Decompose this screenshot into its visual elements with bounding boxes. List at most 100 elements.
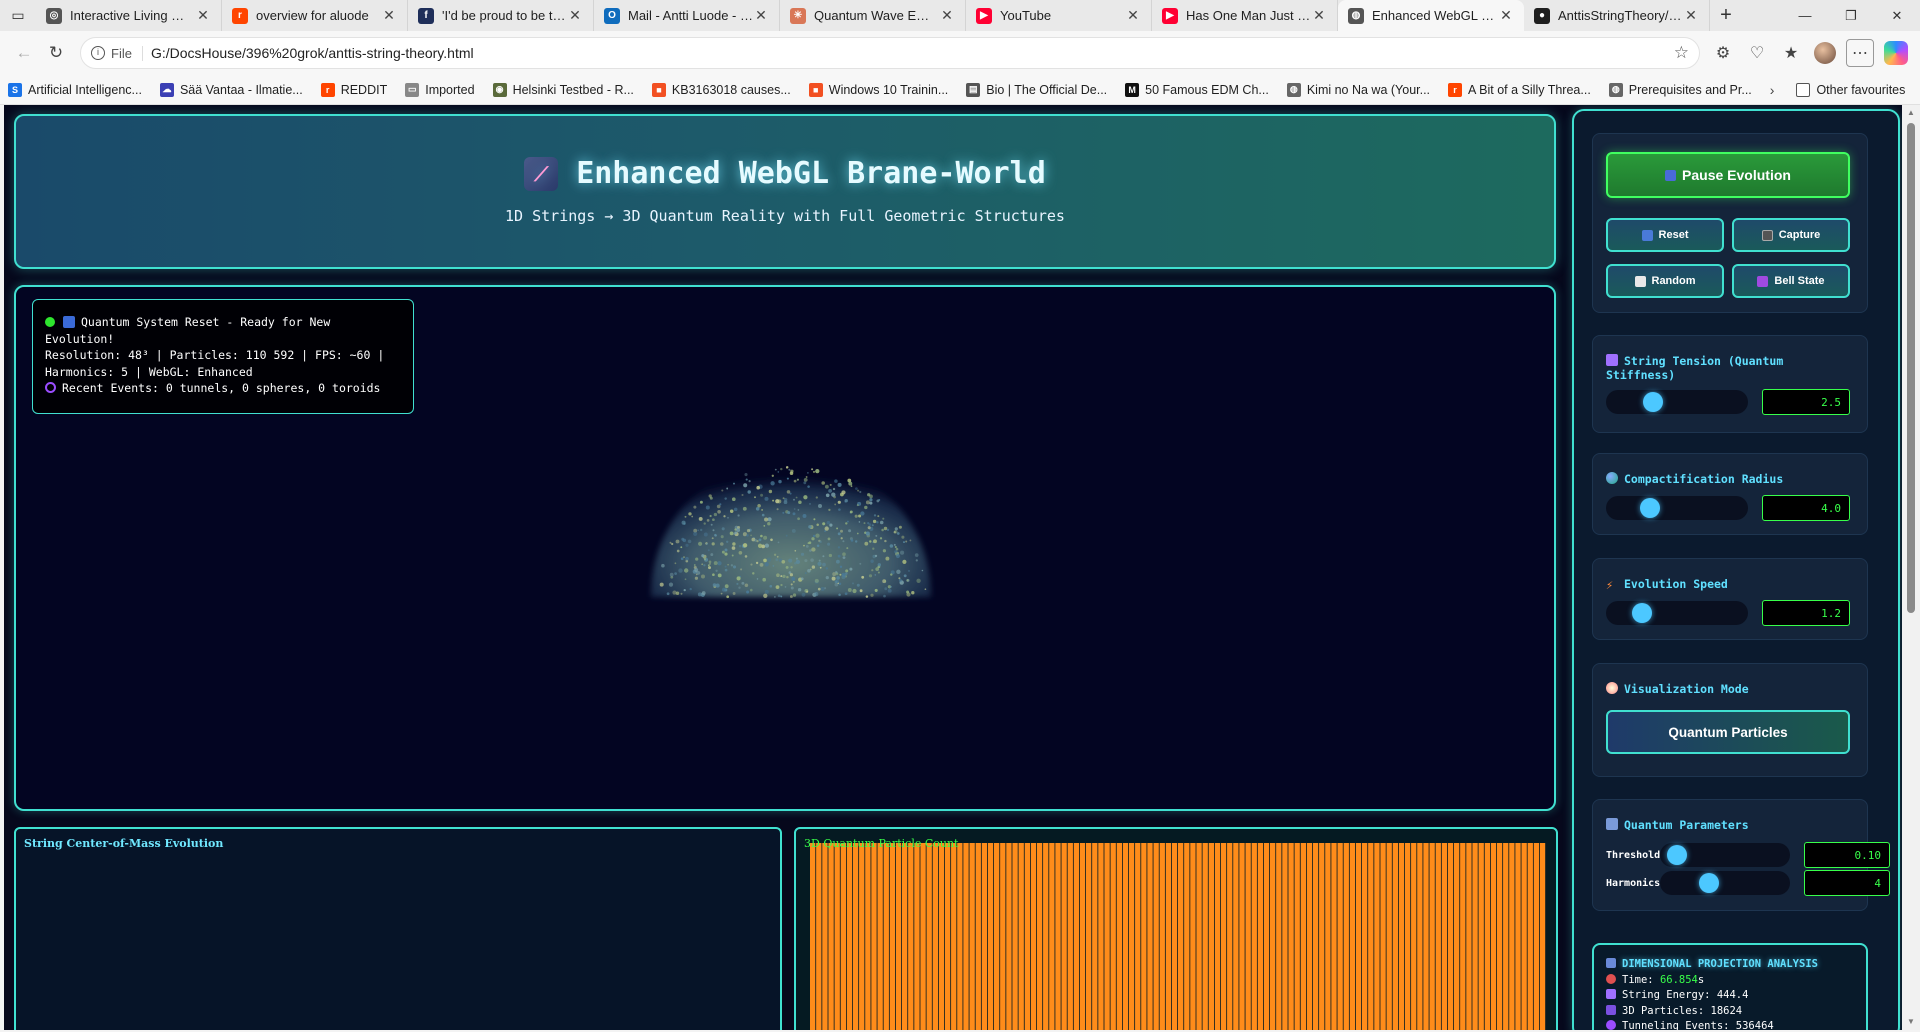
- bookmark-favicon-icon: ▭: [405, 82, 420, 97]
- compactification-radius-value[interactable]: 4.0: [1762, 495, 1850, 521]
- particle-count-bar: [1092, 843, 1098, 1030]
- tab-close-icon[interactable]: ✕: [939, 7, 955, 24]
- page-header: ⟋ Enhanced WebGL Brane-World 1D Strings …: [14, 114, 1556, 269]
- tab-close-icon[interactable]: ✕: [381, 7, 397, 24]
- webgl-viewport[interactable]: Quantum System Reset - Ready for New Evo…: [14, 285, 1556, 811]
- favorite-star-icon[interactable]: ☆: [1674, 43, 1689, 63]
- bookmark-item[interactable]: ▤ Bio | The Official De...: [966, 82, 1108, 97]
- particle-count-bar: [1288, 843, 1294, 1030]
- bookmark-favicon-icon: ■: [651, 82, 666, 97]
- harmonics-slider[interactable]: [1660, 871, 1790, 895]
- tab-close-icon[interactable]: ✕: [567, 7, 583, 24]
- dimensional-analysis-panel: DIMENSIONAL PROJECTION ANALYSIS Time: 66…: [1592, 943, 1868, 1030]
- extensions-icon[interactable]: ⚙: [1706, 37, 1740, 69]
- address-bar: ← ↻ i File G:/DocsHouse/396%20grok/anttis…: [0, 31, 1920, 75]
- browser-tab[interactable]: ▶ Has One Man Just Saved✕: [1152, 0, 1338, 31]
- slider-knob[interactable]: [1667, 845, 1688, 865]
- bookmark-item[interactable]: ◉ Helsinki Testbed - R...: [492, 82, 634, 97]
- slider-knob[interactable]: [1631, 603, 1652, 623]
- tab-close-icon[interactable]: ✕: [1125, 7, 1141, 24]
- browser-tab[interactable]: ● AnttisStringTheory/README✕: [1524, 0, 1710, 31]
- visualization-mode-select[interactable]: Quantum Particles: [1606, 710, 1850, 754]
- pause-evolution-button[interactable]: Pause Evolution: [1606, 152, 1850, 198]
- site-info-button[interactable]: i File: [91, 45, 143, 61]
- particle-dot: [685, 556, 689, 561]
- slider-knob[interactable]: [1639, 498, 1660, 518]
- bookmark-label: Bio | The Official De...: [986, 82, 1108, 97]
- slider-knob[interactable]: [1699, 873, 1720, 893]
- bookmark-item[interactable]: ◍ Prerequisites and Pr...: [1608, 82, 1752, 97]
- bookmark-item[interactable]: M 50 Famous EDM Ch...: [1125, 82, 1269, 97]
- bookmark-item[interactable]: ▭ Imported: [405, 82, 475, 97]
- string-tension-value[interactable]: 2.5: [1762, 389, 1850, 415]
- scroll-up-icon[interactable]: ▲: [1902, 105, 1920, 121]
- bookmark-item[interactable]: r A Bit of a Silly Threa...: [1448, 82, 1591, 97]
- tab-close-icon[interactable]: ✕: [1683, 7, 1699, 24]
- bell-state-button[interactable]: Bell State: [1732, 264, 1850, 298]
- other-favourites[interactable]: Other favourites: [1796, 82, 1905, 97]
- reset-icon: [63, 316, 75, 328]
- tab-actions-icon[interactable]: ▭: [0, 0, 36, 31]
- threshold-value[interactable]: 0.10: [1804, 842, 1890, 868]
- particle-dot: [785, 534, 788, 537]
- particle-count-bar: [1515, 843, 1521, 1030]
- particle-dot: [839, 565, 843, 568]
- browser-essentials-icon[interactable]: ♡: [1740, 37, 1774, 69]
- back-icon[interactable]: ←: [8, 37, 40, 69]
- harmonics-value[interactable]: 4: [1804, 870, 1890, 896]
- capture-button[interactable]: Capture: [1732, 218, 1850, 252]
- scroll-down-icon[interactable]: ▼: [1902, 1014, 1920, 1030]
- bookmark-item[interactable]: ■ KB3163018 causes...: [651, 82, 791, 97]
- refresh-icon[interactable]: ↻: [40, 37, 72, 69]
- bookmark-item[interactable]: ☁ Sää Vantaa - Ilmatie...: [159, 82, 303, 97]
- threshold-slider[interactable]: [1660, 843, 1790, 867]
- browser-tab[interactable]: ◍ Enhanced WebGL Brane-World✕: [1338, 0, 1524, 31]
- particle-dot: [736, 528, 741, 533]
- particle-count-bar: [1061, 843, 1067, 1030]
- particle-dot: [828, 489, 832, 493]
- more-bookmarks-chevron-icon[interactable]: ›: [1770, 82, 1775, 98]
- random-button[interactable]: Random: [1606, 264, 1724, 298]
- tab-close-icon[interactable]: ✕: [1311, 7, 1327, 24]
- browser-tab[interactable]: ✳ Quantum Wave Emergence✕: [780, 0, 966, 31]
- bookmark-item[interactable]: ◍ Kimi no Na wa (Your...: [1286, 82, 1430, 97]
- more-menu-icon[interactable]: ⋯: [1846, 39, 1874, 67]
- evolution-speed-slider[interactable]: [1606, 601, 1748, 625]
- restore-icon[interactable]: ❐: [1828, 0, 1874, 31]
- string-tension-slider[interactable]: [1606, 390, 1748, 414]
- new-tab-button[interactable]: +: [1710, 0, 1742, 31]
- browser-tab[interactable]: ▶ YouTube ✕: [966, 0, 1152, 31]
- url-input[interactable]: i File G:/DocsHouse/396%20grok/anttis-str…: [80, 37, 1700, 69]
- bookmark-label: Artificial Intelligenc...: [28, 82, 142, 97]
- reset-button[interactable]: Reset: [1606, 218, 1724, 252]
- favorites-icon[interactable]: ★: [1774, 37, 1808, 69]
- tab-close-icon[interactable]: ✕: [195, 7, 211, 24]
- tab-close-icon[interactable]: ✕: [1498, 7, 1514, 24]
- particle-dot: [902, 559, 907, 564]
- copilot-icon[interactable]: [1884, 41, 1908, 65]
- music-note-icon: [1606, 354, 1618, 366]
- browser-tab[interactable]: r overview for aluode ✕: [222, 0, 408, 31]
- slider-knob[interactable]: [1643, 392, 1664, 412]
- tab-close-icon[interactable]: ✕: [753, 7, 769, 24]
- particle-dot: [877, 571, 880, 574]
- bookmark-item[interactable]: r REDDIT: [320, 82, 387, 97]
- scrollbar-thumb[interactable]: [1907, 123, 1915, 613]
- particle-dot: [864, 505, 868, 510]
- page-scrollbar[interactable]: ▲ ▼: [1902, 105, 1920, 1030]
- close-window-icon[interactable]: ✕: [1874, 0, 1920, 31]
- bookmark-item[interactable]: ■ Windows 10 Trainin...: [808, 82, 948, 97]
- particle-dot: [763, 525, 766, 527]
- profile-avatar[interactable]: [1814, 42, 1836, 64]
- browser-tab[interactable]: O Mail - Antti Luode - Outlook✕: [594, 0, 780, 31]
- browser-tab[interactable]: f 'I'd be proud to be thrown✕: [408, 0, 594, 31]
- particle-dot: [721, 489, 724, 492]
- compactification-radius-slider[interactable]: [1606, 496, 1748, 520]
- browser-tab[interactable]: ◎ Interactive Living World ✕: [36, 0, 222, 31]
- particle-dot: [860, 511, 865, 516]
- minimize-icon[interactable]: —: [1782, 0, 1828, 31]
- particle-dot: [883, 526, 888, 531]
- evolution-speed-value[interactable]: 1.2: [1762, 600, 1850, 626]
- bookmark-item[interactable]: S Artificial Intelligenc...: [8, 82, 142, 97]
- particle-dot: [757, 543, 763, 548]
